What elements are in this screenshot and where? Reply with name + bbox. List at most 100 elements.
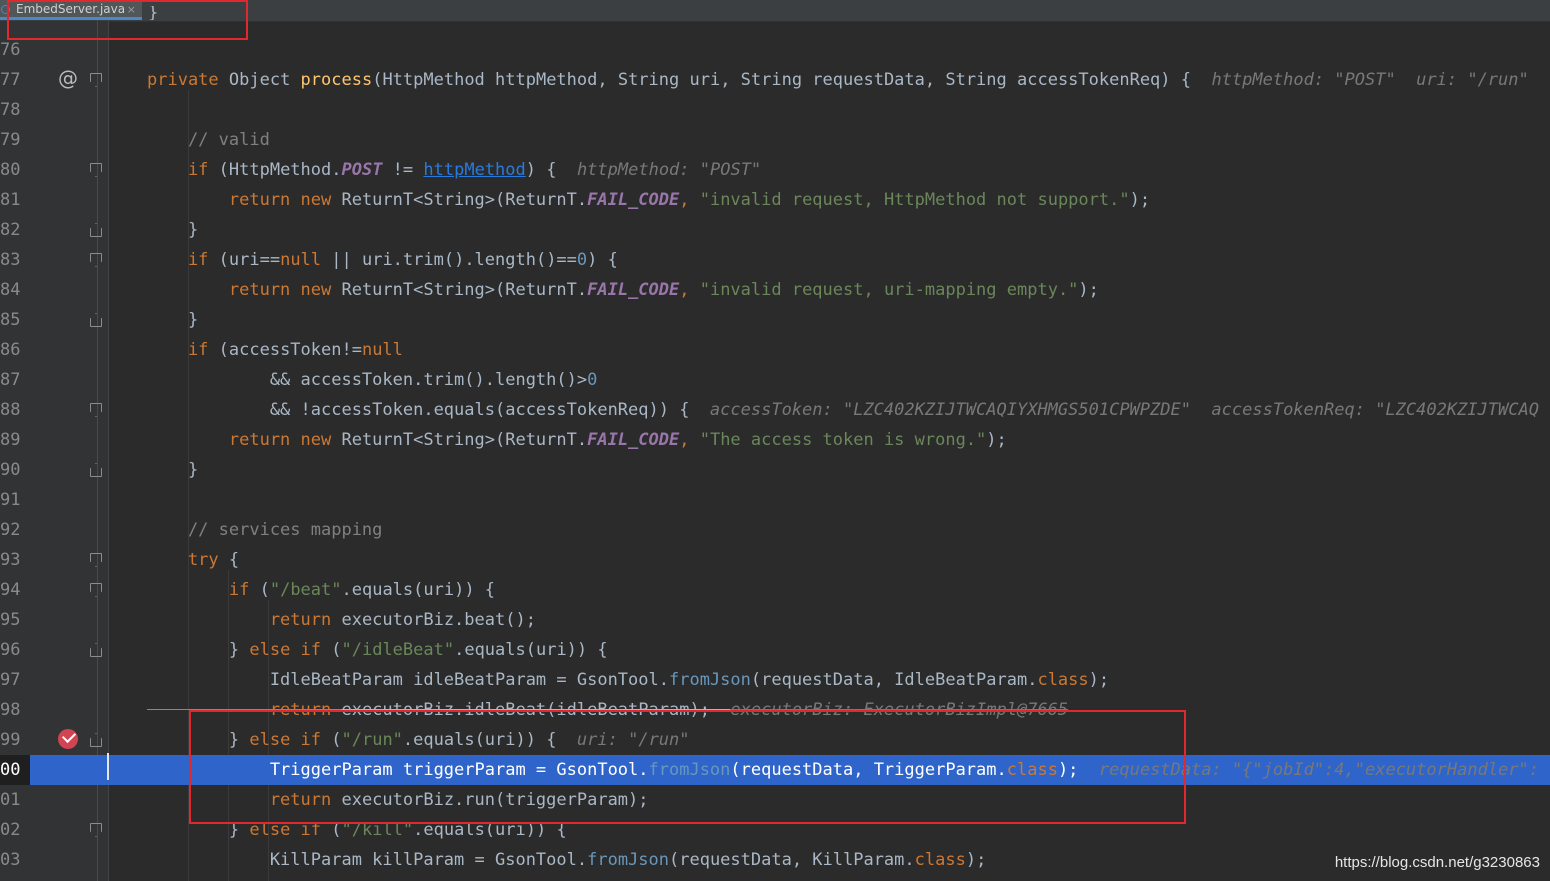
code-line-196[interactable]: 96 } else if ("/idleBeat".equals(uri)) { [0, 635, 1550, 665]
code-token: if [147, 250, 219, 270]
line-number[interactable]: 77 [0, 65, 30, 95]
code-line-180[interactable]: 80 if (HttpMethod.POST != httpMethod) { … [0, 155, 1550, 185]
code-line-192[interactable]: 92 // services mapping [0, 515, 1550, 545]
code-token: Object [228, 70, 301, 90]
code-token: "invalid request, uri-mapping empty." [699, 280, 1079, 300]
code-token: , [679, 430, 700, 450]
code-line-203[interactable]: 03 KillParam killParam = GsonTool.fromJs… [0, 845, 1550, 875]
code-token: (accessToken!= [218, 340, 362, 360]
line-number[interactable]: 84 [0, 275, 30, 305]
code-line-191[interactable]: 91 [0, 485, 1550, 515]
code-line-182[interactable]: 82 } [0, 215, 1550, 245]
line-number[interactable]: 82 [0, 215, 30, 245]
line-number[interactable]: 87 [0, 365, 30, 395]
fold-collapse-icon[interactable] [90, 733, 102, 747]
line-number[interactable]: 95 [0, 605, 30, 635]
code-line-181[interactable]: 81 return new ReturnT<String>(ReturnT.FA… [0, 185, 1550, 215]
code-line-190[interactable]: 90 } [0, 455, 1550, 485]
breakpoint-icon[interactable] [58, 729, 78, 749]
line-code: private Object process(HttpMethod httpMe… [147, 65, 1529, 95]
fold-expand-icon[interactable] [90, 553, 102, 567]
code-token: (HttpMethod. [218, 160, 342, 180]
line-number[interactable]: 81 [0, 185, 30, 215]
line-number[interactable]: 01 [0, 785, 30, 815]
code-token: ); [1078, 280, 1099, 300]
code-token: "The access token is wrong." [699, 430, 987, 450]
implements-at-icon[interactable]: @ [58, 66, 78, 90]
line-number[interactable]: 93 [0, 545, 30, 575]
fold-expand-icon[interactable] [90, 73, 102, 87]
code-token: && accessToken.trim().length()> [147, 370, 588, 390]
fold-collapse-icon[interactable] [90, 313, 102, 327]
fold-collapse-icon[interactable] [90, 463, 102, 477]
fold-expand-icon[interactable] [90, 823, 102, 837]
code-token: httpMethod: "POST" [576, 160, 762, 180]
code-line-185[interactable]: 85 } [0, 305, 1550, 335]
line-code: } [147, 215, 198, 245]
code-token: IdleBeatParam idleBeatParam = GsonTool. [147, 670, 669, 690]
line-code: } [147, 455, 198, 485]
line-number[interactable]: 94 [0, 575, 30, 605]
line-number[interactable]: 99 [0, 725, 30, 755]
code-line-186[interactable]: 86 if (accessToken!=null [0, 335, 1550, 365]
code-line-189[interactable]: 89 return new ReturnT<String>(ReturnT.FA… [0, 425, 1550, 455]
code-line-183[interactable]: 83 if (uri==null || uri.trim().length()=… [0, 245, 1550, 275]
code-token: (requestData, IdleBeatParam. [750, 670, 1038, 690]
line-number[interactable]: 90 [0, 455, 30, 485]
code-line-195[interactable]: 95 return executorBiz.beat(); [0, 605, 1550, 635]
line-number[interactable]: 97 [0, 665, 30, 695]
line-number[interactable]: 98 [0, 695, 30, 725]
fold-collapse-icon[interactable] [90, 223, 102, 237]
code-token: // valid [147, 130, 270, 150]
line-number[interactable]: 85 [0, 305, 30, 335]
code-token: fromJson [668, 670, 751, 690]
code-token: executorBiz.beat(); [341, 610, 536, 630]
line-code: return executorBiz.beat(); [147, 605, 536, 635]
code-line-197[interactable]: 97 IdleBeatParam idleBeatParam = GsonToo… [0, 665, 1550, 695]
line-number[interactable]: 02 [0, 815, 30, 845]
fold-expand-icon[interactable] [90, 253, 102, 267]
code-token: ReturnT<String>(ReturnT. [341, 430, 588, 450]
line-code: try { [147, 545, 239, 575]
code-line-187[interactable]: 87 && accessToken.trim().length()>0 [0, 365, 1550, 395]
line-number[interactable]: 92 [0, 515, 30, 545]
line-number[interactable]: 88 [0, 395, 30, 425]
fold-expand-icon[interactable] [90, 163, 102, 177]
line-number[interactable]: 91 [0, 485, 30, 515]
line-code: return new ReturnT<String>(ReturnT.FAIL_… [147, 275, 1099, 305]
text-cursor [107, 753, 109, 780]
line-number[interactable]: 80 [0, 155, 30, 185]
line-code: } else if ("/idleBeat".equals(uri)) { [147, 635, 608, 665]
code-token: { [228, 550, 240, 570]
line-number[interactable]: 86 [0, 335, 30, 365]
code-line-193[interactable]: 93 try { [0, 545, 1550, 575]
code-token: ); [986, 430, 1007, 450]
code-line-184[interactable]: 84 return new ReturnT<String>(ReturnT.FA… [0, 275, 1550, 305]
line-number[interactable]: 79 [0, 125, 30, 155]
code-line-194[interactable]: 94 if ("/beat".equals(uri)) { [0, 575, 1550, 605]
code-line-177[interactable]: 77 private Object process(HttpMethod http… [0, 65, 1550, 95]
fold-collapse-icon[interactable] [90, 643, 102, 657]
code-token: else if [249, 640, 332, 660]
code-token: , [679, 280, 700, 300]
line-number[interactable]: 78 [0, 95, 30, 125]
code-token: class [914, 850, 966, 870]
code-token: ( [331, 640, 342, 660]
line-number[interactable]: 03 [0, 845, 30, 875]
fold-expand-icon[interactable] [90, 403, 102, 417]
code-token: ); [965, 850, 987, 870]
fold-expand-icon[interactable] [90, 583, 102, 597]
line-code: // valid [147, 125, 270, 155]
code-token: .equals(uri)) { [454, 640, 608, 660]
line-number[interactable]: 83 [0, 245, 30, 275]
code-line-179[interactable]: 79 // valid [0, 125, 1550, 155]
line-number[interactable]: 96 [0, 635, 30, 665]
code-token: accessToken: "LZC402KZIJTWCAQIYXHMGS501C… [709, 400, 1539, 420]
line-number[interactable]: 89 [0, 425, 30, 455]
code-line-178[interactable]: 78 [0, 95, 1550, 125]
code-line-188[interactable]: 88 && !accessToken.equals(accessTokenReq… [0, 395, 1550, 425]
line-number[interactable]: 00 [0, 755, 30, 785]
line-code: KillParam killParam = GsonTool.fromJson(… [147, 845, 987, 875]
code-token: ReturnT<String>(ReturnT. [341, 190, 588, 210]
watermark: https://blog.csdn.net/g3230863 [1334, 854, 1540, 871]
